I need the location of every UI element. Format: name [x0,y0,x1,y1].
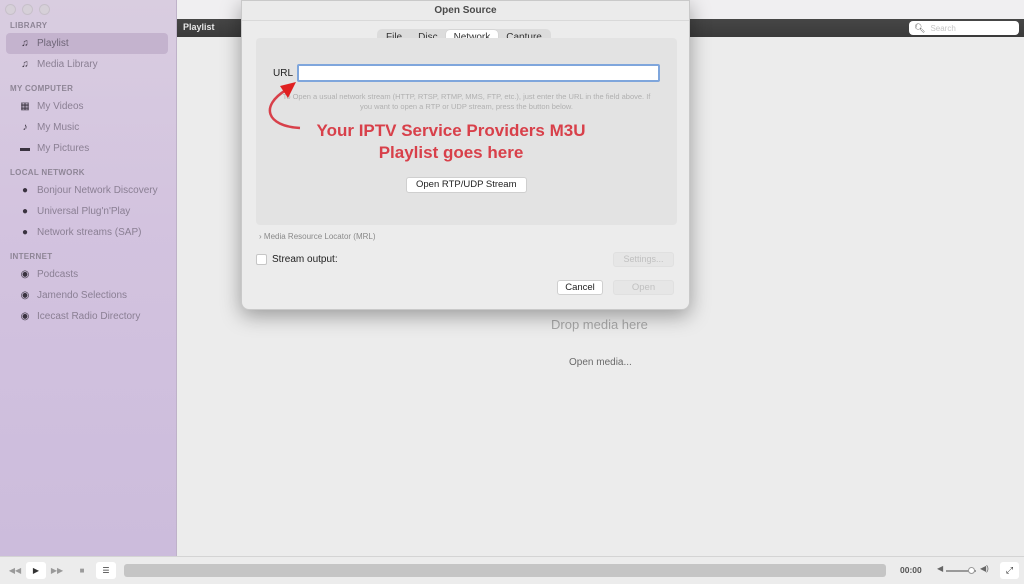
sidebar-item-my-music[interactable]: ♪ My Music [6,117,168,138]
stream-output-checkbox[interactable] [256,254,267,265]
stream-output-label: Stream output: [272,254,338,265]
playlist-icon: ♫ [21,38,29,49]
url-hint-text: To Open a usual network stream (HTTP, RT… [282,92,651,111]
open-button[interactable]: Open [613,280,674,295]
volume-slider[interactable] [946,567,976,574]
network-globe-icon: ● [21,185,29,196]
sidebar-item-label: Jamendo Selections [37,290,128,301]
stream-output-row: Stream output: [256,254,338,265]
sidebar-item-universal-plug-n-play[interactable]: ● Universal Plug'n'Play [6,201,168,222]
fast-forward-button[interactable]: ▶▶ [47,562,67,579]
search-input[interactable] [930,23,1016,33]
fullscreen-icon: ⤢ [1005,565,1014,575]
sidebar-sections: LIBRARY ♫ Playlist ♫ Media Library MY COMPUTE… [0,19,176,327]
minimize-window-button[interactable] [22,4,33,15]
annotation-line-1: Your IPTV Service Providers M3U [316,121,586,140]
sidebar-item-my-videos[interactable]: ▦ My Videos [6,96,168,117]
podcast-icon: ◉ [20,290,30,301]
annotation-text: Your IPTV Service Providers M3U Playlist… [301,120,601,164]
sidebar-item-label: My Pictures [37,143,90,154]
drop-media-text: Drop media here [551,317,648,332]
sidebar-item-label: My Music [37,122,80,133]
annotation-line-2: Playlist goes here [378,143,524,162]
sidebar-section-header: LOCAL NETWORK [10,168,85,177]
playback-controls: ◀◀ ▶ ▶▶ ■ ☰ 00:00 ◀ ◀) ⤢ [0,556,1024,584]
mrl-disclosure[interactable]: › Media Resource Locator (MRL) [259,232,376,241]
sidebar-item-my-pictures[interactable]: ▬ My Pictures [6,138,168,159]
sidebar-item-media-library[interactable]: ♫ Media Library [6,54,168,75]
window-controls [5,4,50,15]
open-source-dialog: Open Source File Disc Network Capture UR… [241,0,690,310]
sidebar-item-podcasts[interactable]: ◉ Podcasts [6,264,168,285]
sidebar-section-header: LIBRARY [10,21,48,30]
search-icon: 🔍︎ [914,22,926,33]
url-input[interactable] [297,64,660,82]
network-globe-icon: ● [21,227,29,238]
sidebar: LIBRARY ♫ Playlist ♫ Media Library MY COMPUTE… [0,0,177,556]
mrl-label: Media Resource Locator (MRL) [263,232,376,241]
search-box[interactable]: 🔍︎ [909,21,1019,35]
close-window-button[interactable] [5,4,16,15]
network-globe-icon: ● [21,206,29,217]
progress-bar[interactable] [124,564,886,577]
time-display: 00:00 [900,565,922,575]
playlist-icon: ♫ [21,59,29,70]
rewind-icon: ◀◀ [8,566,22,575]
dialog-title: Open Source [242,1,689,21]
sidebar-section-header: INTERNET [10,252,53,261]
play-icon: ▶ [32,566,40,575]
sidebar-item-label: Playlist [37,38,69,49]
stop-icon: ■ [79,566,85,575]
sidebar-item-icecast-radio-directory[interactable]: ◉ Icecast Radio Directory [6,306,168,327]
sidebar-section-header: MY COMPUTER [10,84,74,93]
picture-icon: ▬ [20,143,30,154]
open-rtp-udp-stream-button[interactable]: Open RTP/UDP Stream [406,177,527,193]
podcast-icon: ◉ [20,311,30,322]
music-note-icon: ♪ [22,122,28,133]
volume-low-icon: ◀ [937,564,944,573]
playlist-toggle-button[interactable]: ☰ [96,562,116,579]
sidebar-item-label: Universal Plug'n'Play [37,206,131,217]
sidebar-item-label: Bonjour Network Discovery [37,185,158,196]
list-icon: ☰ [102,566,110,575]
play-button[interactable]: ▶ [26,562,46,579]
sidebar-item-label: Media Library [37,59,98,70]
zoom-window-button[interactable] [39,4,50,15]
open-media-button[interactable]: Open media... [563,354,638,371]
film-icon: ▦ [20,101,30,112]
playlist-title: Playlist [183,22,215,32]
sidebar-item-label: Podcasts [37,269,79,280]
sidebar-item-label: My Videos [37,101,84,112]
volume-slider-knob[interactable] [968,567,975,574]
cancel-button[interactable]: Cancel [557,280,603,295]
sidebar-item-label: Network streams (SAP) [37,227,142,238]
fast-forward-icon: ▶▶ [50,566,64,575]
sidebar-item-label: Icecast Radio Directory [37,311,141,322]
settings-button[interactable]: Settings... [613,252,674,267]
fullscreen-button[interactable]: ⤢ [1000,562,1019,579]
sidebar-item-playlist[interactable]: ♫ Playlist [6,33,168,54]
network-panel: URL To Open a usual network stream (HTTP… [256,38,677,225]
sidebar-item-network-streams-sap[interactable]: ● Network streams (SAP) [6,222,168,243]
sidebar-item-bonjour-network-discovery[interactable]: ● Bonjour Network Discovery [6,180,168,201]
sidebar-item-jamendo-selections[interactable]: ◉ Jamendo Selections [6,285,168,306]
volume-high-icon: ◀) [980,564,989,573]
rewind-button[interactable]: ◀◀ [5,562,25,579]
stop-button[interactable]: ■ [72,562,92,579]
chevron-right-icon: › [259,232,262,241]
podcast-icon: ◉ [20,269,30,280]
